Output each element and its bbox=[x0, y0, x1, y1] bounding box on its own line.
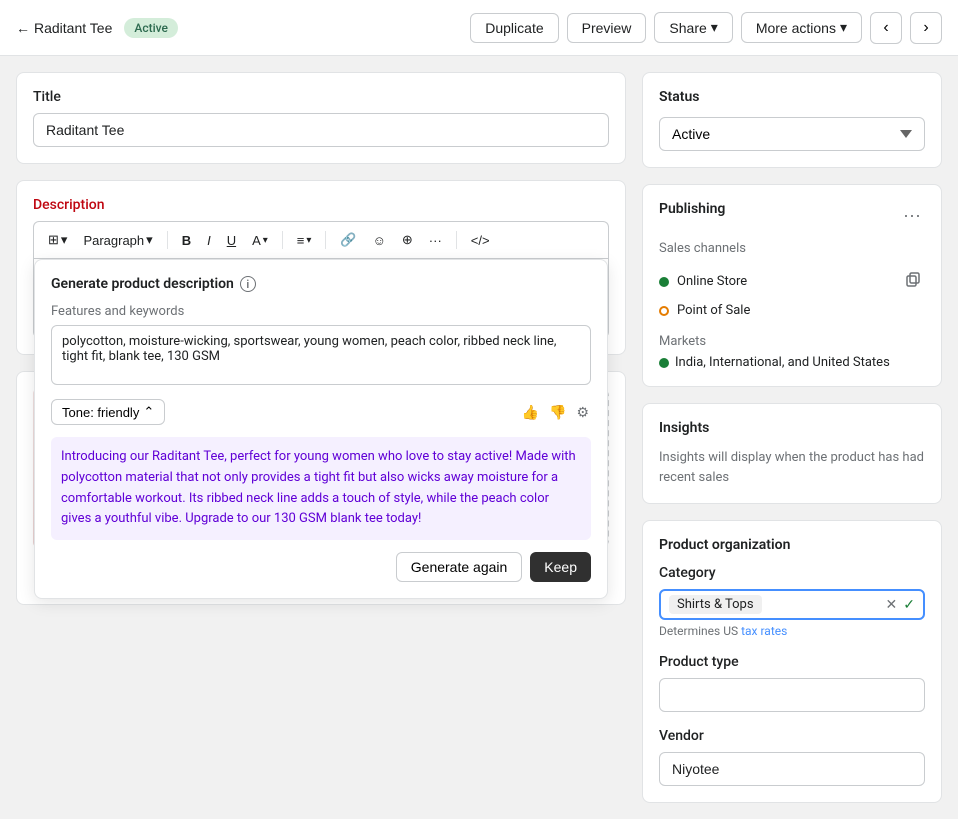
pos-label: Point of Sale bbox=[677, 303, 750, 318]
description-toolbar: ⊞ ▾ Paragraph ▾ B I U A▾ ≡▾ 🔗 ☺ ⊕ ··· bbox=[33, 221, 609, 258]
back-arrow-icon: ← bbox=[16, 20, 30, 36]
attachment-button[interactable]: ⊕ bbox=[396, 228, 419, 252]
alignment-button[interactable]: ≡▾ bbox=[291, 229, 318, 252]
status-title: Status bbox=[659, 89, 925, 105]
product-type-input[interactable] bbox=[659, 678, 925, 712]
thumbs-down-icon[interactable]: 👎 bbox=[547, 402, 568, 423]
insights-card: Insights Insights will display when the … bbox=[642, 403, 942, 504]
tone-row: Tone: friendly ⌃ 👍 👎 ⚙ bbox=[51, 399, 591, 425]
generated-text: Introducing our Raditant Tee, perfect fo… bbox=[51, 437, 591, 540]
markets-text: India, International, and United States bbox=[675, 355, 890, 370]
title-card: Title bbox=[16, 72, 626, 164]
product-org-title: Product organization bbox=[659, 537, 925, 553]
copy-link-button[interactable] bbox=[901, 268, 925, 295]
title-input[interactable] bbox=[33, 113, 609, 147]
insights-title: Insights bbox=[659, 420, 925, 436]
prev-button[interactable]: ‹ bbox=[870, 12, 902, 44]
chevron-down-icon: ▾ bbox=[61, 232, 68, 248]
tax-rates-link[interactable]: tax rates bbox=[741, 624, 787, 638]
main-layout: Title Description ⊞ ▾ Paragraph ▾ B I U bbox=[0, 56, 958, 819]
paragraph-dropdown[interactable]: Paragraph ▾ bbox=[77, 228, 158, 252]
back-button[interactable]: ← Raditant Tee bbox=[16, 20, 112, 36]
features-textarea[interactable]: polycotton, moisture-wicking, sportswear… bbox=[51, 325, 591, 385]
paragraph-label: Paragraph bbox=[83, 233, 144, 248]
status-select[interactable]: Active Draft bbox=[659, 117, 925, 151]
vendor-label: Vendor bbox=[659, 728, 925, 744]
category-label: Category bbox=[659, 565, 925, 581]
sales-channels-label: Sales channels bbox=[659, 241, 925, 256]
category-input-row[interactable]: Shirts & Tops ✕ ✓ bbox=[659, 589, 925, 620]
publishing-title: Publishing bbox=[659, 201, 725, 217]
generate-again-button[interactable]: Generate again bbox=[396, 552, 523, 582]
product-org-card: Product organization Category Shirts & T… bbox=[642, 520, 942, 803]
vendor-input[interactable] bbox=[659, 752, 925, 786]
share-button[interactable]: Share ▾ bbox=[654, 12, 732, 43]
format-dropdown[interactable]: ⊞ ▾ bbox=[42, 228, 73, 252]
page-title: Raditant Tee bbox=[34, 20, 112, 36]
more-actions-button[interactable]: More actions ▾ bbox=[741, 12, 862, 43]
chevron-down-icon: ▾ bbox=[306, 235, 311, 246]
format-icon: ⊞ bbox=[48, 232, 59, 248]
more-actions-label: More actions bbox=[756, 20, 836, 36]
share-label: Share bbox=[669, 20, 706, 36]
chevron-up-icon: ⌃ bbox=[143, 404, 154, 420]
top-bar: ← Raditant Tee Active Duplicate Preview … bbox=[0, 0, 958, 56]
publishing-title-row: Publishing ··· bbox=[659, 201, 925, 229]
title-label: Title bbox=[33, 89, 609, 105]
generate-popup-title: Generate product description i bbox=[51, 276, 591, 292]
product-type-label: Product type bbox=[659, 654, 925, 670]
emoji-button[interactable]: ☺ bbox=[367, 229, 392, 252]
more-toolbar-button[interactable]: ··· bbox=[423, 229, 448, 252]
text-color-button[interactable]: A▾ bbox=[246, 229, 274, 252]
channel-pos: Point of Sale bbox=[659, 299, 925, 322]
keep-button[interactable]: Keep bbox=[530, 552, 591, 582]
italic-button[interactable]: I bbox=[201, 229, 217, 252]
chevron-down-icon: ▾ bbox=[146, 232, 153, 248]
popup-actions: Generate again Keep bbox=[51, 552, 591, 582]
description-area: Generate product description i Features … bbox=[33, 258, 609, 338]
features-label: Features and keywords bbox=[51, 304, 591, 319]
markets-dot bbox=[659, 358, 669, 368]
preview-button[interactable]: Preview bbox=[567, 13, 647, 43]
next-button[interactable]: › bbox=[910, 12, 942, 44]
chevron-down-icon: ▾ bbox=[263, 235, 268, 246]
tone-icons: 👍 👎 ⚙ bbox=[520, 402, 591, 423]
code-button[interactable]: </> bbox=[465, 229, 496, 252]
generate-popup: Generate product description i Features … bbox=[34, 259, 608, 599]
publishing-more-button[interactable]: ··· bbox=[899, 205, 925, 226]
status-card: Status Active Draft bbox=[642, 72, 942, 168]
info-icon[interactable]: i bbox=[240, 276, 256, 292]
online-store-label: Online Store bbox=[677, 274, 747, 289]
description-card: Description ⊞ ▾ Paragraph ▾ B I U A▾ ≡▾ bbox=[16, 180, 626, 355]
description-label: Description bbox=[33, 197, 609, 213]
online-store-dot bbox=[659, 277, 669, 287]
tone-dropdown[interactable]: Tone: friendly ⌃ bbox=[51, 399, 165, 425]
chevron-down-icon: ▾ bbox=[840, 19, 847, 36]
channel-online-store: Online Store bbox=[659, 264, 925, 299]
link-button[interactable]: 🔗 bbox=[334, 228, 362, 252]
markets-value: India, International, and United States bbox=[659, 355, 925, 370]
settings-icon[interactable]: ⚙ bbox=[574, 402, 591, 423]
duplicate-button[interactable]: Duplicate bbox=[470, 13, 558, 43]
clear-category-button[interactable]: ✕ bbox=[886, 596, 898, 613]
tax-note: Determines US tax rates bbox=[659, 624, 925, 638]
category-tag-value: Shirts & Tops bbox=[677, 597, 754, 612]
pos-dot bbox=[659, 306, 669, 316]
status-badge: Active bbox=[124, 18, 178, 38]
underline-button[interactable]: U bbox=[221, 229, 242, 252]
markets-label: Markets bbox=[659, 334, 925, 349]
category-tag: Shirts & Tops bbox=[669, 595, 762, 614]
top-bar-actions: Duplicate Preview Share ▾ More actions ▾… bbox=[470, 12, 942, 44]
left-column: Title Description ⊞ ▾ Paragraph ▾ B I U bbox=[16, 72, 626, 605]
bold-button[interactable]: B bbox=[176, 229, 197, 252]
thumbs-up-icon[interactable]: 👍 bbox=[520, 402, 541, 423]
right-column: Status Active Draft Publishing ··· Sales… bbox=[642, 72, 942, 803]
chevron-down-icon: ▾ bbox=[711, 19, 718, 36]
insights-description: Insights will display when the product h… bbox=[659, 448, 925, 487]
publishing-card: Publishing ··· Sales channels Online Sto… bbox=[642, 184, 942, 387]
confirm-category-button[interactable]: ✓ bbox=[903, 596, 915, 613]
